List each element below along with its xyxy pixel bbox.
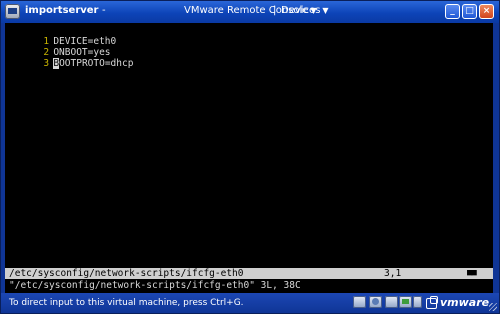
vmware-logo-icon [426, 296, 438, 309]
line-text: OOTPROTO=dhcp [59, 58, 134, 69]
vmware-console-icon[interactable] [5, 4, 20, 19]
chevron-down-icon: ▼ [322, 6, 329, 15]
floppy-icon[interactable] [385, 296, 398, 308]
cursor-position: 3,1 [384, 268, 402, 279]
cd-drive-icon[interactable] [369, 296, 382, 308]
vmware-logo-text: vmware [440, 296, 490, 309]
close-button[interactable]: × [479, 4, 494, 19]
file-path: /etc/sysconfig/network-scripts/ifcfg-eth… [9, 268, 244, 279]
network-icon[interactable] [399, 296, 412, 308]
usb-icon[interactable] [413, 296, 422, 308]
vm-console-screen[interactable]: 1 DEVICE=eth0 2 ONBOOT=yes 3 BOOTPROTO=dhcp… [5, 23, 493, 293]
menu-label: Devices [281, 5, 321, 16]
title-separator: - [101, 5, 106, 16]
editor-line: 1 DEVICE=eth0 [9, 25, 116, 47]
editor-line: 3 BOOTPROTO=dhcp [9, 47, 133, 69]
input-hint: To direct input to this virtual machine,… [9, 298, 244, 308]
editor-line: 2 ONBOOT=yes [9, 36, 110, 58]
window-title: importserver - [25, 5, 106, 16]
status-bar: To direct input to this virtual machine,… [1, 293, 499, 313]
vim-message-line: "/etc/sysconfig/network-scripts/ifcfg-et… [9, 280, 301, 291]
vim-status-line: /etc/sysconfig/network-scripts/ifcfg-eth… [5, 268, 493, 279]
scroll-indicator: ■■ [467, 268, 477, 278]
vmware-logo: vmware [426, 296, 489, 310]
resize-grip-icon[interactable] [489, 303, 497, 311]
vm-name: importserver [25, 5, 99, 16]
title-bar[interactable]: importserver - VMware Remote Console ▼ | … [1, 1, 499, 23]
line-number: 3 [43, 58, 50, 69]
hard-disk-icon[interactable] [353, 296, 366, 308]
menu-devices[interactable]: Devices ▼ [281, 5, 329, 16]
remote-console-window: importserver - VMware Remote Console ▼ | … [0, 0, 500, 314]
minimize-button[interactable]: _ [445, 4, 460, 19]
maximize-button[interactable]: □ [462, 4, 477, 19]
menu-separator: | [273, 5, 277, 16]
